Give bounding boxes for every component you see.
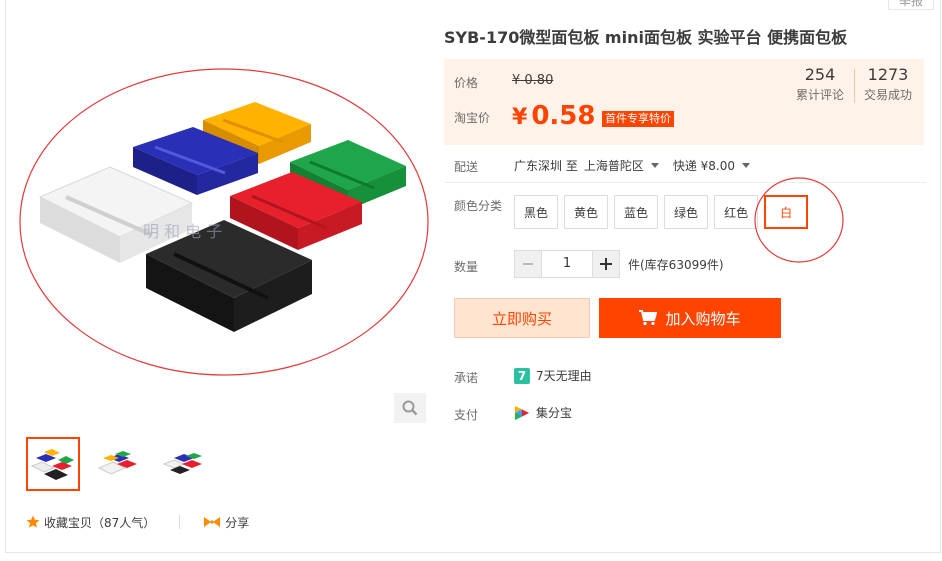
breadboard-thumbnail bbox=[30, 449, 74, 480]
zoom-button[interactable] bbox=[394, 393, 426, 423]
cart-icon bbox=[639, 310, 658, 326]
delivery-label: 配送 bbox=[454, 160, 479, 174]
minus-icon bbox=[523, 263, 533, 265]
breadboard-thumbnail bbox=[162, 453, 202, 474]
review-count[interactable]: 254 累计评论 bbox=[796, 65, 844, 103]
share-button[interactable]: 分享 bbox=[204, 514, 249, 531]
sales-count-label: 交易成功 bbox=[864, 88, 913, 102]
promo-badge: 首件专享特价 bbox=[602, 111, 674, 127]
thumbnail-3[interactable] bbox=[156, 437, 210, 491]
color-option-red[interactable]: 红色 bbox=[714, 195, 759, 229]
color-options: 黑色 黄色 蓝色 绿色 红色 白 bbox=[514, 195, 809, 229]
delivery-info: 广东深圳 至 上海普陀区 快递 ¥8.00 bbox=[514, 157, 764, 174]
price-panel: 价格 ¥ 0.80 淘宝价 ¥ 0.58 首件专享特价 254 累计评论 127… bbox=[444, 59, 924, 145]
price-value: 0.58 bbox=[531, 101, 596, 131]
plus-icon bbox=[600, 258, 612, 270]
share-label: 分享 bbox=[225, 515, 250, 530]
promise-label: 承诺 bbox=[454, 371, 479, 385]
color-option-blue[interactable]: 蓝色 bbox=[614, 195, 659, 229]
jifenbao-icon bbox=[515, 405, 529, 420]
color-option-black[interactable]: 黑色 bbox=[514, 195, 559, 229]
star-icon bbox=[26, 515, 40, 528]
color-option-white[interactable]: 白 bbox=[764, 195, 809, 229]
breadboard-thumbnail bbox=[97, 451, 137, 475]
stats-divider bbox=[854, 69, 855, 103]
buy-now-button[interactable]: 立即购买 bbox=[454, 298, 590, 338]
add-to-cart-label: 加入购物车 bbox=[665, 309, 741, 328]
price-label: 价格 bbox=[454, 76, 479, 90]
main-product-image[interactable]: 明 和 电 子 bbox=[18, 62, 430, 380]
stock-info: 件(库存63099件) bbox=[628, 257, 724, 272]
seven-day-return-icon: 7 bbox=[514, 367, 530, 384]
thumbnail-strip bbox=[26, 437, 210, 491]
thumbnail-2[interactable] bbox=[91, 437, 145, 491]
share-icon bbox=[204, 517, 221, 527]
taobao-price-label: 淘宝价 bbox=[454, 111, 491, 125]
currency-symbol: ¥ bbox=[512, 105, 528, 130]
watermark-text: 明 和 电 子 bbox=[143, 222, 222, 241]
increase-quantity-button[interactable] bbox=[592, 250, 620, 278]
favorite-label: 收藏宝贝（87人气） bbox=[44, 515, 156, 530]
product-title: SYB-170微型面包板 mini面包板 实验平台 便携面包板 bbox=[444, 28, 848, 47]
original-price: ¥ 0.80 bbox=[512, 73, 554, 88]
magnifier-icon bbox=[402, 400, 418, 416]
add-to-cart-button[interactable]: 加入购物车 bbox=[599, 298, 781, 338]
shipping-method[interactable]: 快递 ¥8.00 bbox=[673, 157, 735, 174]
report-link[interactable]: 举报 bbox=[887, 0, 934, 10]
sales-count[interactable]: 1273 交易成功 bbox=[864, 65, 912, 103]
quantity-label: 数量 bbox=[454, 260, 479, 274]
payment-method[interactable]: 集分宝 bbox=[514, 404, 572, 421]
thumbnail-1[interactable] bbox=[26, 437, 80, 491]
review-count-number: 254 bbox=[804, 65, 836, 84]
favorite-button[interactable]: 收藏宝贝（87人气） bbox=[26, 514, 155, 531]
taobao-price: ¥ 0.58 bbox=[512, 101, 595, 131]
section-divider bbox=[444, 182, 926, 183]
color-label: 颜色分类 bbox=[454, 199, 503, 213]
delivery-from: 广东深圳 至 bbox=[514, 159, 578, 173]
breadboard-photo: 明 和 电 子 bbox=[38, 102, 406, 332]
payment-label: 支付 bbox=[454, 408, 479, 422]
return-policy-text: 7天无理由 bbox=[536, 369, 592, 383]
return-policy[interactable]: 7 7天无理由 bbox=[514, 367, 592, 384]
color-option-yellow[interactable]: 黄色 bbox=[564, 195, 609, 229]
chevron-down-icon[interactable] bbox=[650, 163, 659, 168]
review-count-label: 累计评论 bbox=[796, 88, 845, 102]
chevron-down-icon[interactable] bbox=[742, 163, 751, 168]
payment-text: 集分宝 bbox=[536, 406, 573, 420]
decrease-quantity-button[interactable] bbox=[514, 250, 542, 278]
actions-divider bbox=[179, 515, 181, 529]
quantity-input[interactable]: 1 bbox=[542, 250, 592, 278]
delivery-destination[interactable]: 上海普陀区 bbox=[584, 157, 644, 174]
color-option-green[interactable]: 绿色 bbox=[664, 195, 709, 229]
quantity-stepper: 1 件(库存63099件) bbox=[514, 250, 724, 278]
sales-count-number: 1273 bbox=[867, 65, 909, 84]
item-actions: 收藏宝贝（87人气） 分享 bbox=[26, 512, 249, 532]
